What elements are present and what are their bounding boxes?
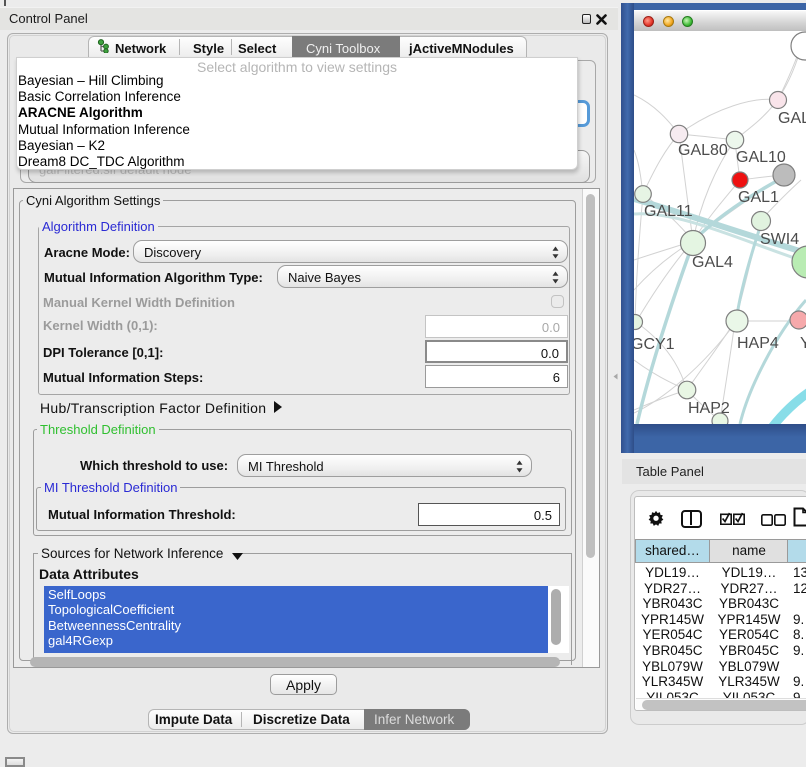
svg-text:HAP2: HAP2	[688, 400, 730, 417]
svg-text:HAP4: HAP4	[737, 335, 779, 352]
svg-text:GCY1: GCY1	[634, 336, 675, 353]
svg-text:GAL7: GAL7	[778, 110, 806, 127]
svg-text:GAL4: GAL4	[692, 254, 733, 271]
svg-text:GAL80: GAL80	[678, 142, 728, 159]
svg-text:GAL11: GAL11	[644, 203, 693, 220]
svg-text:GAL1: GAL1	[738, 189, 779, 206]
svg-text:Y: Y	[800, 335, 806, 352]
svg-text:SWI4: SWI4	[760, 231, 799, 248]
svg-text:GAL10: GAL10	[736, 149, 786, 166]
